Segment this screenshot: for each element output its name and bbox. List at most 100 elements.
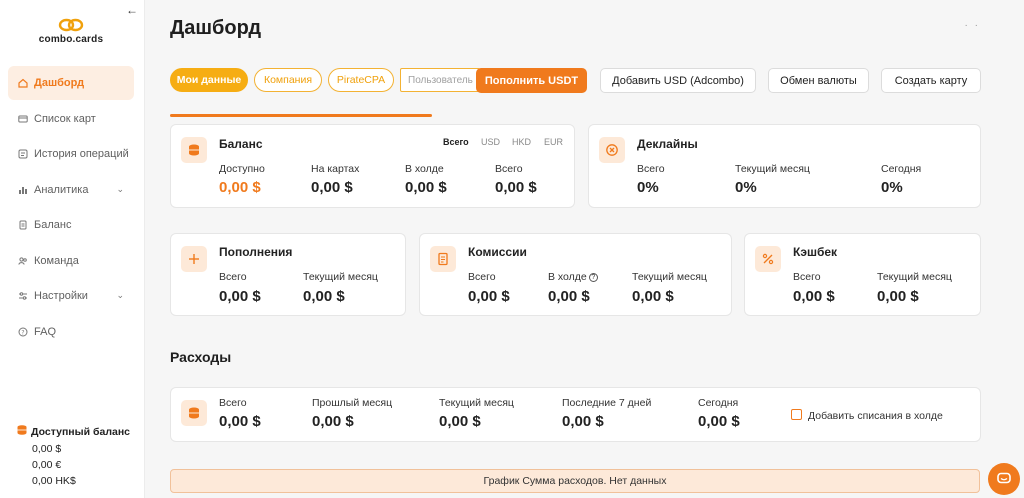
hold-expenses-checkbox[interactable] [791,409,802,420]
topup-usdt-button[interactable]: Пополнить USDT [476,68,587,93]
sidebar-item-settings[interactable]: Настройки ⌄ [8,279,134,313]
stat-value: 0,00 $ [219,179,261,196]
tab-company[interactable]: Компания [254,68,322,92]
stat-value: 0% [735,179,757,196]
main-content: Дашборд · · Мои данные Компания PirateCP… [146,0,1024,498]
sidebar: ← combo.cards Дашборд Список карт Истори… [0,0,145,498]
history-icon [18,149,28,159]
available-balance-usd: 0,00 $ [32,443,62,455]
chevron-down-icon: ⌄ [116,290,124,300]
declines-title: Деклайны [637,137,698,151]
document-icon [18,220,28,230]
fees-title: Комиссии [468,245,527,259]
stat-label: Последние 7 дней [562,397,652,409]
tab-my-data[interactable]: Мои данные [170,68,248,92]
stat-value: 0,00 $ [439,413,481,430]
stat-value: 0,00 $ [562,413,604,430]
stat-value: 0,00 $ [405,179,447,196]
hold-expenses-label[interactable]: Добавить списания в холде [808,410,943,422]
available-balance-label: Доступный баланс [31,425,131,438]
sidebar-item-balance[interactable]: Баланс [8,208,134,242]
stat-label: В холде [405,163,444,175]
decline-icon [599,137,625,163]
chat-icon [997,472,1011,484]
stat-value: 0,00 $ [219,413,261,430]
more-icon[interactable]: · · [965,20,980,31]
home-icon [18,78,28,88]
stat-label: Всего [793,271,821,283]
cashback-card: Кэшбек Всего 0,00 $ Текущий месяц 0,00 $ [744,233,981,316]
create-card-button[interactable]: Создать карту [881,68,981,93]
page-title: Дашборд [170,17,262,39]
logo-text: combo.cards [38,34,104,45]
topups-title: Пополнения [219,245,293,259]
stat-value: 0,00 $ [495,179,537,196]
stat-value: 0,00 $ [548,288,590,305]
exchange-button[interactable]: Обмен валюты [768,68,869,93]
stat-label: Текущий месяц [303,271,378,283]
svg-text:?: ? [21,329,24,336]
percent-icon [755,246,781,272]
currency-tab-all[interactable]: Всего [443,137,469,147]
sidebar-item-label: История операций [34,148,129,160]
sidebar-item-cards[interactable]: Список карт [8,102,134,136]
stat-value: 0,00 $ [877,288,919,305]
stat-label: Текущий месяц [439,397,514,409]
stat-label: Всего [468,271,496,283]
available-balance-title: Доступный баланс [16,424,136,439]
tab-piratecpa[interactable]: PirateCPA [328,68,394,92]
question-icon: ? [18,327,28,337]
stat-value: 0,00 $ [468,288,510,305]
card-icon [18,114,28,124]
sidebar-item-history[interactable]: История операций [8,137,134,171]
sidebar-item-label: Дашборд [34,77,85,89]
receipt-icon [430,246,456,272]
stat-value: 0,00 $ [303,288,345,305]
hold-label: В холде [548,271,587,283]
sidebar-item-label: Аналитика [34,183,89,196]
cashback-title: Кэшбек [793,245,838,259]
sidebar-nav: Дашборд Список карт История операций Ана… [8,66,134,350]
stat-label: Текущий месяц [632,271,707,283]
stat-label-hold: В холде? [548,271,598,283]
settings-icon [18,291,28,301]
currency-tab-usd[interactable]: USD [481,137,500,147]
collapse-sidebar-button[interactable]: ← [126,3,138,17]
sidebar-item-label: FAQ [34,325,57,338]
sidebar-item-analytics[interactable]: Аналитика ⌄ [8,173,134,207]
available-balance-eur: 0,00 € [32,459,62,471]
stat-label: Прошлый месяц [312,397,393,409]
stat-label: Всего [219,397,247,409]
stat-label: Текущий месяц [735,163,810,175]
balance-card: Баланс Всего USD HKD EUR Доступно 0,00 $… [170,124,575,208]
logo-icon [58,18,84,32]
chevron-down-icon: ⌄ [116,183,124,194]
stat-label: Всего [637,163,665,175]
arrow-left-icon: ← [126,3,138,17]
sidebar-item-team[interactable]: Команда [8,244,134,278]
expenses-chart-notice: График Сумма расходов. Нет данных [170,469,980,493]
topups-card: Пополнения Всего 0,00 $ Текущий месяц 0,… [170,233,406,316]
stat-label: Текущий месяц [877,271,952,283]
expenses-card: Всего 0,00 $ Прошлый месяц 0,00 $ Текущи… [170,387,981,442]
coins-icon [181,400,207,426]
sidebar-item-label: Настройки [34,290,88,302]
coins-icon [181,137,207,163]
sidebar-item-faq[interactable]: ? FAQ [8,315,134,349]
stat-label: Сегодня [698,397,739,409]
add-usd-button[interactable]: Добавить USD (Adcombo) [600,68,756,93]
currency-tab-hkd[interactable]: HKD [512,137,531,147]
help-icon[interactable]: ? [588,272,598,282]
logo[interactable]: combo.cards [38,18,104,45]
loading-bar [170,114,432,117]
balance-title: Баланс [219,137,263,151]
sidebar-item-dashboard[interactable]: Дашборд [8,66,134,100]
currency-tab-eur[interactable]: EUR [544,137,563,147]
team-icon [18,256,28,266]
stat-label: Сегодня [881,163,922,175]
stat-label: Доступно [219,163,265,175]
chat-button[interactable] [988,463,1020,495]
stat-value: 0% [637,179,659,196]
stat-value: 0,00 $ [632,288,674,305]
user-filter-input[interactable]: Пользователь [400,68,480,92]
